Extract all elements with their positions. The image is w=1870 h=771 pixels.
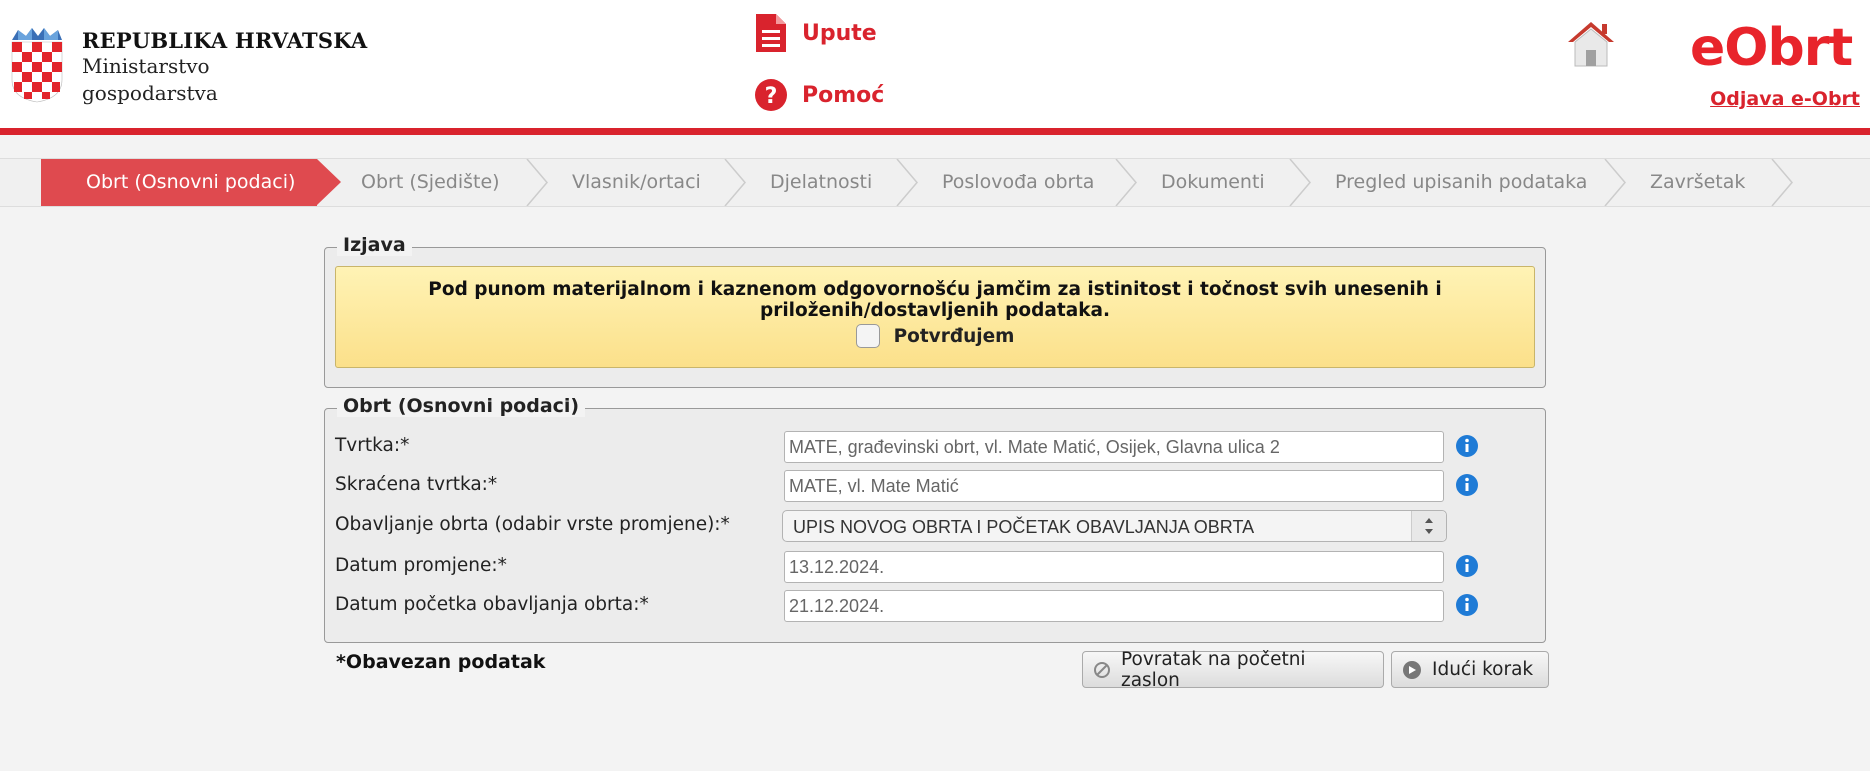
basic-data-legend: Obrt (Osnovni podaci)	[337, 395, 586, 417]
izjava-box: Pod punom materijalnom i kaznenom odgovo…	[335, 266, 1535, 368]
field-obavljanje-obrta: Obavljanje obrta (odabir vrste promjene)…	[335, 510, 1535, 544]
pomoc-label: Pomoć	[802, 82, 885, 108]
back-button[interactable]: Povratak na početni zaslon	[1082, 648, 1384, 691]
step-osnovni-podaci[interactable]: Obrt (Osnovni podaci)	[41, 159, 317, 206]
izjava-legend: Izjava	[337, 234, 412, 256]
arrow-right-icon	[1402, 660, 1422, 680]
datum-pocetka-label: Datum početka obavljanja obrta:*	[335, 594, 649, 615]
field-tvrtka: Tvrtka:* MATE, građevinski obrt, vl. Mat…	[335, 431, 1535, 465]
logout-link[interactable]: Odjava e-Obrt	[1710, 88, 1860, 110]
obavljanje-obrta-value: UPIS NOVOG OBRTA I POČETAK OBAVLJANJA OB…	[793, 517, 1255, 537]
step-separator	[526, 159, 548, 206]
step-poslovoda[interactable]: Poslovođa obrta	[942, 159, 1094, 206]
step-vlasnik[interactable]: Vlasnik/ortaci	[572, 159, 701, 206]
datum-pocetka-input[interactable]: 21.12.2024.	[784, 590, 1444, 622]
upute-link[interactable]: Upute	[754, 12, 877, 54]
republic-title: REPUBLIKA HRVATSKA	[82, 28, 368, 53]
next-button-label: Idući korak	[1432, 659, 1534, 680]
step-zavrsetak[interactable]: Završetak	[1650, 159, 1745, 206]
skracena-tvrtka-label: Skraćena tvrtka:*	[335, 474, 498, 495]
step-separator	[896, 159, 918, 206]
step-separator	[1604, 159, 1626, 206]
checkbox-box[interactable]	[855, 324, 880, 348]
svg-text:?: ?	[765, 84, 778, 109]
ministry-line-1: Ministarstvo	[82, 54, 210, 78]
back-button-label: Povratak na početni zaslon	[1121, 648, 1306, 691]
coat-of-arms-icon	[11, 28, 63, 103]
step-separator	[1289, 159, 1311, 206]
tvrtka-label: Tvrtka:*	[335, 435, 410, 456]
field-skracena-tvrtka: Skraćena tvrtka:* MATE, vl. Mate Matić	[335, 470, 1535, 504]
izjava-text-line-2: priloženih/dostavljenih podataka.	[759, 300, 1111, 321]
step-djelatnosti[interactable]: Djelatnosti	[770, 159, 872, 206]
confirm-label: Potvrđujem	[893, 325, 1015, 347]
header: REPUBLIKA HRVATSKA Ministarstvo gospodar…	[0, 0, 1870, 135]
cancel-icon	[1093, 661, 1111, 679]
step-active-arrow	[317, 159, 341, 205]
info-icon[interactable]	[1455, 434, 1479, 458]
mandatory-note: *Obavezan podatak	[336, 651, 546, 673]
pomoc-link[interactable]: ? Pomoć	[754, 78, 884, 112]
step-separator	[724, 159, 746, 206]
wizard-steps: Obrt (Osnovni podaci) Obrt (Sjedište) Vl…	[0, 158, 1870, 207]
obavljanje-obrta-select[interactable]: UPIS NOVOG OBRTA I POČETAK OBAVLJANJA OB…	[782, 510, 1447, 542]
home-icon[interactable]	[1566, 20, 1616, 68]
issuer-block: REPUBLIKA HRVATSKA Ministarstvo gospodar…	[82, 28, 367, 107]
field-datum-pocetka: Datum početka obavljanja obrta:* 21.12.2…	[335, 590, 1535, 624]
info-icon[interactable]	[1455, 473, 1479, 497]
confirm-checkbox[interactable]: Potvrđujem	[855, 324, 1015, 348]
obavljanje-obrta-label: Obavljanje obrta (odabir vrste promjene)…	[335, 514, 730, 535]
ministry-line-2: gospodarstva	[82, 81, 218, 105]
next-button[interactable]: Idući korak	[1391, 651, 1549, 688]
step-pregled[interactable]: Pregled upisanih podataka	[1335, 159, 1587, 206]
document-icon	[756, 14, 786, 52]
izjava-text: Pod punom materijalnom i kaznenom odgovo…	[336, 279, 1534, 321]
info-icon[interactable]	[1455, 554, 1479, 578]
step-separator	[1771, 159, 1793, 206]
upute-label: Upute	[802, 20, 877, 46]
izjava-fieldset: Izjava Pod punom materijalnom i kaznenom…	[324, 234, 1546, 388]
datum-promjene-input[interactable]: 13.12.2024.	[784, 551, 1444, 583]
chevron-updown-icon	[1411, 511, 1446, 541]
izjava-text-line-1: Pod punom materijalnom i kaznenom odgovo…	[428, 279, 1442, 300]
step-sjediste[interactable]: Obrt (Sjedište)	[361, 159, 500, 206]
step-dokumenti[interactable]: Dokumenti	[1161, 159, 1265, 206]
question-icon: ?	[755, 79, 787, 111]
brand-logo: eObrt	[1690, 18, 1853, 78]
info-icon[interactable]	[1455, 593, 1479, 617]
step-separator	[1115, 159, 1137, 206]
basic-data-fieldset: Obrt (Osnovni podaci) Tvrtka:* MATE, gra…	[324, 395, 1546, 643]
field-datum-promjene: Datum promjene:* 13.12.2024.	[335, 551, 1535, 585]
skracena-tvrtka-input[interactable]: MATE, vl. Mate Matić	[784, 470, 1444, 502]
tvrtka-input[interactable]: MATE, građevinski obrt, vl. Mate Matić, …	[784, 431, 1444, 463]
datum-promjene-label: Datum promjene:*	[335, 555, 507, 576]
